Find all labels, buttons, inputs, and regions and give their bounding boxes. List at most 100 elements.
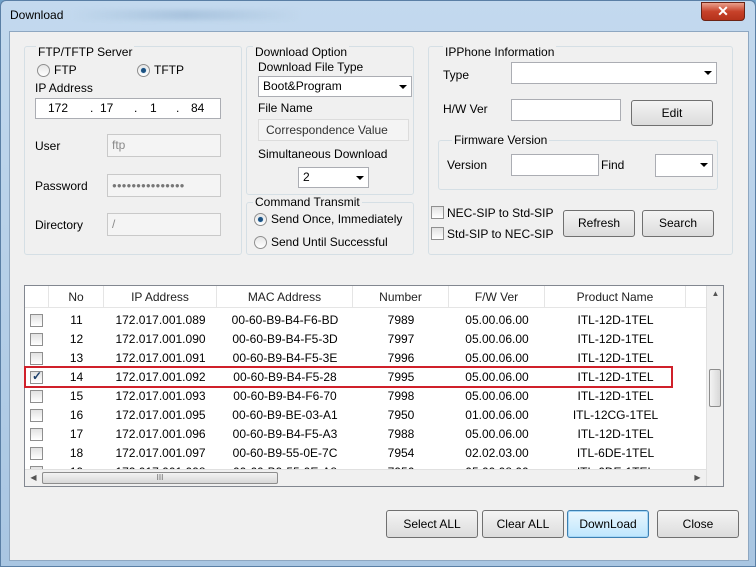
scroll-left-icon[interactable]: ◀	[25, 473, 42, 482]
edit-button[interactable]: Edit	[631, 100, 713, 126]
download-button[interactable]: DownLoad	[567, 510, 649, 538]
ip-dot: .	[134, 101, 138, 115]
column-header-fw-ver[interactable]: F/W Ver	[449, 286, 545, 308]
cell-fw: 01.00.06.00	[465, 408, 529, 422]
file-name-field: Correspondence Value	[258, 119, 409, 141]
row-checkbox[interactable]	[30, 447, 43, 460]
row-checkbox[interactable]	[30, 409, 43, 422]
table-row[interactable]: 11 172.017.001.089 00-60-B9-B4-F6-BD 798…	[25, 311, 723, 330]
directory-field[interactable]: /	[107, 213, 221, 236]
column-header-product-name[interactable]: Product Name	[545, 286, 686, 308]
send-until-successful-label: Send Until Successful	[271, 235, 388, 249]
title-bar[interactable]: Download ✕	[1, 1, 755, 29]
nec-sip-to-std-sip-checkbox[interactable]	[431, 206, 444, 219]
ftp-radio[interactable]	[37, 64, 50, 77]
download-file-type-value: Boot&Program	[263, 79, 342, 93]
cell-mac: 00-60-B9-BE-03-A1	[232, 408, 338, 422]
ftp-radio-label: FTP	[54, 63, 77, 77]
ip-octet-4[interactable]: 84	[191, 99, 204, 117]
ip-address-field[interactable]: 172 . 17 . 1 . 84	[35, 98, 221, 119]
column-header-mac-address[interactable]: MAC Address	[217, 286, 353, 308]
refresh-button[interactable]: Refresh	[563, 210, 635, 237]
close-button[interactable]: Close	[657, 510, 739, 538]
download-file-type-select[interactable]: Boot&Program	[258, 76, 412, 97]
column-header-number[interactable]: Number	[353, 286, 449, 308]
horizontal-scrollbar[interactable]: ◀ III ▶	[25, 469, 706, 486]
password-label: Password	[35, 179, 88, 193]
chevron-down-icon	[356, 176, 364, 180]
row-checkbox[interactable]	[30, 428, 43, 441]
scroll-right-icon[interactable]: ▶	[689, 473, 706, 482]
cell-product: ITL-12CG-1TEL	[572, 408, 659, 422]
column-header-ip-address[interactable]: IP Address	[104, 286, 217, 308]
simultaneous-download-label: Simultaneous Download	[258, 147, 388, 161]
cell-mac: 00-60-B9-B4-F6-70	[233, 389, 337, 403]
cell-product: ITL-6DE-1TEL	[576, 446, 655, 460]
vertical-scroll-thumb[interactable]	[709, 369, 721, 407]
window-title: Download	[10, 8, 64, 22]
cell-no: 16	[69, 408, 84, 422]
cell-ip: 172.017.001.097	[115, 446, 206, 460]
cell-number: 7998	[387, 389, 415, 403]
std-sip-to-nec-sip-label: Std-SIP to NEC-SIP	[447, 227, 554, 241]
title-bar-decoration	[71, 10, 301, 20]
send-until-successful-radio[interactable]	[254, 236, 267, 249]
cell-no: 17	[69, 427, 84, 441]
search-button[interactable]: Search	[642, 210, 714, 237]
user-field[interactable]: ftp	[107, 134, 221, 157]
simultaneous-download-select[interactable]: 2	[298, 167, 369, 188]
vertical-scrollbar[interactable]: ▲	[706, 286, 723, 486]
hw-ver-field[interactable]	[511, 99, 621, 121]
password-field[interactable]: ●●●●●●●●●●●●●●●	[107, 174, 221, 197]
type-label: Type	[443, 68, 470, 82]
select-all-button[interactable]: Select ALL	[386, 510, 478, 538]
cell-no: 11	[70, 313, 83, 327]
ftp-server-group-label: FTP/TFTP Server	[36, 45, 135, 59]
send-once-radio[interactable]	[254, 213, 267, 226]
cell-number: 7988	[387, 427, 415, 441]
cell-product: ITL-12D-1TEL	[577, 427, 654, 441]
horizontal-scroll-thumb[interactable]: III	[42, 472, 278, 484]
cell-number: 7997	[387, 332, 415, 346]
tftp-radio[interactable]	[137, 64, 150, 77]
ip-octet-2[interactable]: 17	[100, 99, 113, 117]
table-row[interactable]: 12 172.017.001.090 00-60-B9-B4-F5-3D 799…	[25, 330, 723, 349]
table-row[interactable]: 18 172.017.001.097 00-60-B9-55-0E-7C 795…	[25, 444, 723, 463]
cell-no: 15	[69, 389, 84, 403]
ip-octet-3[interactable]: 1	[150, 99, 157, 117]
window-close-button[interactable]: ✕	[701, 2, 745, 21]
row-checkbox[interactable]	[30, 390, 43, 403]
download-file-type-label: Download File Type	[258, 60, 364, 74]
cell-number: 7989	[387, 313, 415, 327]
row-checkbox[interactable]	[30, 352, 43, 365]
type-select[interactable]	[511, 62, 717, 84]
clear-all-button[interactable]: Clear ALL	[482, 510, 564, 538]
send-once-label: Send Once, Immediately	[271, 212, 403, 226]
cell-fw: 05.00.06.00	[465, 427, 529, 441]
version-field[interactable]	[511, 154, 599, 176]
cell-mac: 00-60-B9-B4-F6-BD	[231, 313, 339, 327]
download-window: Download ✕ FTP/TFTP Server FTP TFTP IP A…	[0, 0, 756, 567]
row-checkbox[interactable]	[30, 333, 43, 346]
ip-octet-1[interactable]: 172	[48, 99, 68, 117]
table-row[interactable]: 17 172.017.001.096 00-60-B9-B4-F5-A3 798…	[25, 425, 723, 444]
cell-ip: 172.017.001.095	[115, 408, 206, 422]
column-header-no[interactable]: No	[49, 286, 104, 308]
cell-number: 7954	[387, 446, 415, 460]
row-checkbox[interactable]	[30, 314, 43, 327]
simultaneous-download-value: 2	[303, 170, 310, 184]
device-list-header: No IP Address MAC Address Number F/W Ver…	[25, 286, 723, 308]
std-sip-to-nec-sip-checkbox[interactable]	[431, 227, 444, 240]
scroll-up-icon[interactable]: ▲	[707, 289, 723, 298]
cell-number: 7950	[387, 408, 415, 422]
tftp-radio-label: TFTP	[154, 63, 184, 77]
cell-no: 18	[69, 446, 84, 460]
row-highlight-box	[24, 366, 673, 388]
table-row[interactable]: 15 172.017.001.093 00-60-B9-B4-F6-70 799…	[25, 387, 723, 406]
column-header-select[interactable]	[25, 286, 49, 308]
cell-no: 12	[69, 332, 84, 346]
chevron-down-icon	[704, 71, 712, 75]
download-option-group-label: Download Option	[253, 45, 350, 59]
table-row[interactable]: 16 172.017.001.095 00-60-B9-BE-03-A1 795…	[25, 406, 723, 425]
find-select[interactable]	[655, 154, 713, 177]
